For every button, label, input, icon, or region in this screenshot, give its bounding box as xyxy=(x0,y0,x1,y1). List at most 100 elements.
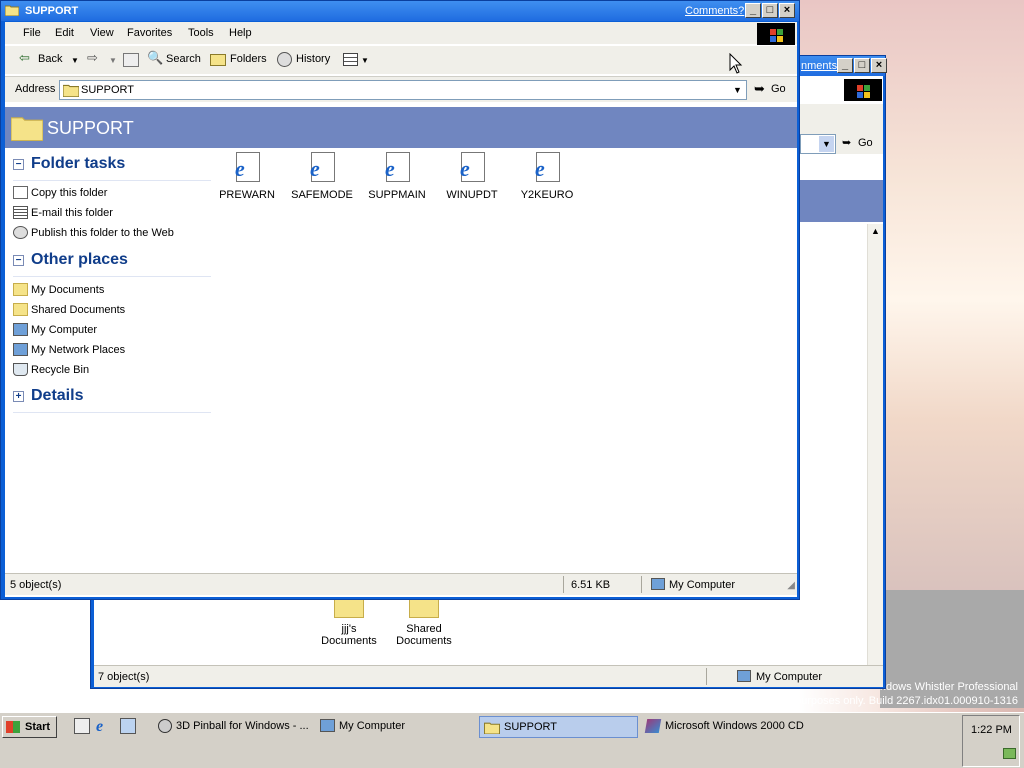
folder-tasks-title[interactable]: Folder tasks xyxy=(31,155,125,173)
file-item[interactable]: e PREWARN xyxy=(212,152,282,201)
resize-grip-icon[interactable]: ◢ xyxy=(787,580,795,591)
recycle-bin-icon xyxy=(13,363,28,376)
clock[interactable]: 1:22 PM xyxy=(971,724,1012,736)
back-go-button[interactable]: Go xyxy=(858,137,873,149)
back-file-label-1: Shared xyxy=(406,623,442,635)
back-maximize-button[interactable]: □ xyxy=(854,58,870,73)
comments-link[interactable]: Comments? xyxy=(685,5,744,17)
task-support[interactable]: SUPPORT xyxy=(479,716,638,738)
forward-dropdown-icon[interactable]: ▼ xyxy=(109,56,117,65)
back-file-label-2: Documents xyxy=(321,635,377,647)
back-file-item[interactable]: Shared Documents xyxy=(389,596,459,647)
file-item[interactable]: e Y2KEURO xyxy=(512,152,582,201)
menu-help[interactable]: Help xyxy=(229,27,252,39)
views-dropdown-icon[interactable]: ▼ xyxy=(361,56,369,65)
folder-icon xyxy=(63,84,79,97)
internet-explorer-icon[interactable]: e xyxy=(96,718,112,735)
html-file-icon: e xyxy=(532,152,562,184)
address-field[interactable]: SUPPORT ▼ xyxy=(59,80,747,100)
task-copy-folder[interactable]: Copy this folder xyxy=(31,187,107,199)
back-dropdown-icon[interactable]: ▼ xyxy=(71,56,79,65)
computer-icon xyxy=(651,578,665,590)
details-title[interactable]: Details xyxy=(31,387,83,405)
go-arrow-icon: ➥ xyxy=(754,81,765,96)
back-minimize-button[interactable]: _ xyxy=(837,58,853,73)
task-publish-web[interactable]: Publish this folder to the Web xyxy=(31,227,174,239)
scroll-up-icon[interactable]: ▲ xyxy=(871,226,880,236)
menu-favorites[interactable]: Favorites xyxy=(127,27,172,39)
back-scrollbar[interactable]: ▲ ▼ xyxy=(867,224,883,676)
shared-documents-icon xyxy=(13,303,28,316)
back-button[interactable]: Back xyxy=(38,53,62,65)
place-my-documents[interactable]: My Documents xyxy=(31,284,104,296)
chevron-down-icon[interactable]: ▼ xyxy=(819,136,834,152)
other-places-title[interactable]: Other places xyxy=(31,251,128,269)
expand-icon[interactable]: + xyxy=(13,391,24,402)
views-icon[interactable] xyxy=(343,53,358,66)
back-close-button[interactable]: × xyxy=(871,58,887,73)
place-my-computer[interactable]: My Computer xyxy=(31,324,97,336)
folder-icon xyxy=(484,722,500,734)
menu-bar: File Edit View Favorites Tools Help xyxy=(5,22,797,45)
menu-edit[interactable]: Edit xyxy=(55,27,74,39)
html-file-icon: e xyxy=(232,152,262,184)
forward-arrow-icon[interactable]: ⇨ xyxy=(87,50,98,66)
address-dropdown-icon[interactable]: ▼ xyxy=(730,82,745,98)
file-item[interactable]: e SAFEMODE xyxy=(287,152,357,201)
windows-logo-icon xyxy=(757,23,795,45)
search-button[interactable]: Search xyxy=(166,53,201,65)
minimize-button[interactable]: _ xyxy=(745,3,761,18)
html-file-icon: e xyxy=(382,152,412,184)
place-shared-documents[interactable]: Shared Documents xyxy=(31,304,125,316)
menu-tools[interactable]: Tools xyxy=(188,27,214,39)
computer-icon xyxy=(320,719,335,732)
statusbar: 5 object(s) 6.51 KB My Computer ◢ xyxy=(5,573,797,595)
build-watermark-line2: For testing purposes only. Build 2267.id… xyxy=(739,695,1018,707)
task-windows-cd[interactable]: Microsoft Windows 2000 CD xyxy=(642,716,812,738)
support-window[interactable]: SUPPORT Comments? _ □ × File Edit View F… xyxy=(0,0,800,600)
globe-icon xyxy=(13,226,28,239)
back-file-label-1: jjj's xyxy=(341,623,357,635)
support-window-titlebar[interactable]: SUPPORT Comments? _ □ × xyxy=(1,1,799,21)
task-label: My Computer xyxy=(339,720,406,732)
maximize-button[interactable]: □ xyxy=(762,3,778,18)
collapse-icon[interactable]: − xyxy=(13,255,24,266)
place-recycle-bin[interactable]: Recycle Bin xyxy=(31,364,89,376)
task-email-folder[interactable]: E-mail this folder xyxy=(31,207,113,219)
file-name: PREWARN xyxy=(219,189,275,201)
task-label: Microsoft Windows 2000 CD xyxy=(665,720,804,732)
history-button[interactable]: History xyxy=(296,53,330,65)
task-pane: − Folder tasks Copy this folder E-mail t… xyxy=(5,152,215,452)
support-window-body: File Edit View Favorites Tools Help ⇦ Ba… xyxy=(5,22,797,597)
back-address-field[interactable]: ▼ xyxy=(800,134,836,154)
menu-view[interactable]: View xyxy=(90,27,114,39)
folders-button[interactable]: Folders xyxy=(230,53,267,65)
address-label: Address xyxy=(15,83,56,95)
file-name: SUPPMAIN xyxy=(368,189,426,201)
collapse-icon[interactable]: − xyxy=(13,159,24,170)
task-pinball[interactable]: 3D Pinball for Windows - ... xyxy=(156,716,316,738)
start-button[interactable]: Start xyxy=(2,716,57,738)
folders-icon xyxy=(210,54,226,66)
file-item[interactable]: e SUPPMAIN xyxy=(362,152,432,201)
system-tray: 1:22 PM xyxy=(962,715,1020,767)
network-tray-icon[interactable] xyxy=(1003,748,1016,759)
file-name: WINUPDT xyxy=(446,189,498,201)
task-my-computer[interactable]: My Computer xyxy=(318,716,476,738)
close-button[interactable]: × xyxy=(779,3,795,18)
window-title: SUPPORT xyxy=(25,5,79,17)
go-button[interactable]: Go xyxy=(771,83,786,95)
file-item[interactable]: e WINUPDT xyxy=(437,152,507,201)
status-objects: 5 object(s) xyxy=(10,579,62,591)
media-icon[interactable] xyxy=(120,718,136,734)
computer-icon xyxy=(13,323,28,336)
up-folder-icon[interactable] xyxy=(123,53,139,67)
windows-flag-icon xyxy=(6,721,20,733)
show-desktop-icon[interactable] xyxy=(74,718,90,734)
menu-file[interactable]: File xyxy=(23,27,41,39)
windows-logo-icon xyxy=(844,79,882,101)
place-network[interactable]: My Network Places xyxy=(31,344,125,356)
back-status-location: My Computer xyxy=(756,671,823,683)
search-icon: 🔍 xyxy=(147,50,164,65)
back-file-item[interactable]: jjj's Documents xyxy=(314,596,384,647)
